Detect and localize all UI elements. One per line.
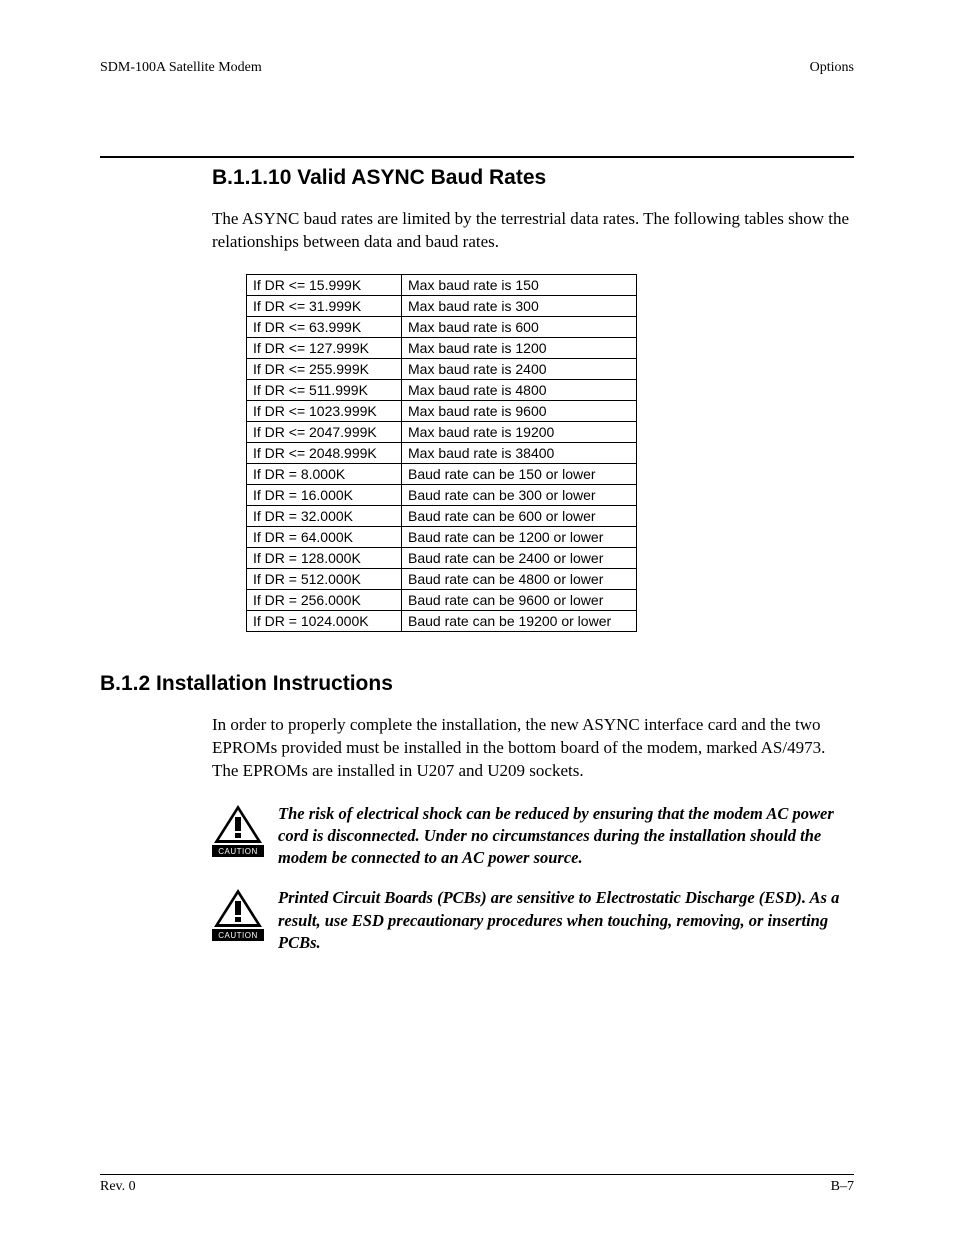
result-cell: Baud rate can be 150 or lower [402, 463, 637, 484]
footer-right: B–7 [831, 1179, 854, 1195]
table-row: If DR <= 255.999KMax baud rate is 2400 [247, 358, 637, 379]
caution-text: Printed Circuit Boards (PCBs) are sensit… [278, 887, 854, 954]
condition-cell: If DR <= 1023.999K [247, 400, 402, 421]
result-cell: Max baud rate is 1200 [402, 337, 637, 358]
condition-cell: If DR <= 31.999K [247, 295, 402, 316]
result-cell: Baud rate can be 2400 or lower [402, 547, 637, 568]
header-right: Options [810, 60, 854, 76]
section2-paragraph: In order to properly complete the instal… [212, 714, 854, 783]
result-cell: Max baud rate is 9600 [402, 400, 637, 421]
table-row: If DR <= 31.999KMax baud rate is 300 [247, 295, 637, 316]
condition-cell: If DR = 1024.000K [247, 610, 402, 631]
table-row: If DR <= 2048.999KMax baud rate is 38400 [247, 442, 637, 463]
table-row: If DR = 32.000KBaud rate can be 600 or l… [247, 505, 637, 526]
section-rule [100, 156, 854, 158]
baud-rate-table: If DR <= 15.999KMax baud rate is 150If D… [246, 274, 637, 632]
result-cell: Max baud rate is 19200 [402, 421, 637, 442]
condition-cell: If DR <= 127.999K [247, 337, 402, 358]
caution-icon: CAUTION [212, 803, 264, 864]
condition-cell: If DR <= 2048.999K [247, 442, 402, 463]
result-cell: Baud rate can be 1200 or lower [402, 526, 637, 547]
table-row: If DR <= 15.999KMax baud rate is 150 [247, 274, 637, 295]
section1-paragraph: The ASYNC baud rates are limited by the … [212, 208, 854, 254]
table-row: If DR <= 127.999KMax baud rate is 1200 [247, 337, 637, 358]
condition-cell: If DR <= 2047.999K [247, 421, 402, 442]
condition-cell: If DR = 16.000K [247, 484, 402, 505]
section-heading-installation: B.1.2 Installation Instructions [100, 672, 854, 696]
table-row: If DR = 1024.000KBaud rate can be 19200 … [247, 610, 637, 631]
table-row: If DR = 64.000KBaud rate can be 1200 or … [247, 526, 637, 547]
result-cell: Baud rate can be 300 or lower [402, 484, 637, 505]
result-cell: Max baud rate is 150 [402, 274, 637, 295]
result-cell: Baud rate can be 19200 or lower [402, 610, 637, 631]
condition-cell: If DR = 8.000K [247, 463, 402, 484]
table-row: If DR <= 511.999KMax baud rate is 4800 [247, 379, 637, 400]
result-cell: Baud rate can be 4800 or lower [402, 568, 637, 589]
result-cell: Max baud rate is 2400 [402, 358, 637, 379]
table-row: If DR = 8.000KBaud rate can be 150 or lo… [247, 463, 637, 484]
result-cell: Max baud rate is 4800 [402, 379, 637, 400]
result-cell: Max baud rate is 38400 [402, 442, 637, 463]
condition-cell: If DR <= 255.999K [247, 358, 402, 379]
section-heading-baud-rates: B.1.1.10 Valid ASYNC Baud Rates [212, 166, 854, 190]
condition-cell: If DR <= 15.999K [247, 274, 402, 295]
caution-text: The risk of electrical shock can be redu… [278, 803, 854, 870]
condition-cell: If DR = 256.000K [247, 589, 402, 610]
condition-cell: If DR <= 511.999K [247, 379, 402, 400]
result-cell: Max baud rate is 600 [402, 316, 637, 337]
table-row: If DR = 512.000KBaud rate can be 4800 or… [247, 568, 637, 589]
condition-cell: If DR = 128.000K [247, 547, 402, 568]
footer-left: Rev. 0 [100, 1179, 136, 1195]
caution-icon: CAUTION [212, 887, 264, 948]
condition-cell: If DR = 32.000K [247, 505, 402, 526]
running-header: SDM-100A Satellite Modem Options [100, 60, 854, 76]
table-row: If DR = 16.000KBaud rate can be 300 or l… [247, 484, 637, 505]
condition-cell: If DR <= 63.999K [247, 316, 402, 337]
table-row: If DR <= 63.999KMax baud rate is 600 [247, 316, 637, 337]
condition-cell: If DR = 512.000K [247, 568, 402, 589]
footer-rule [100, 1174, 854, 1175]
caution-block: CAUTION The risk of electrical shock can … [212, 803, 854, 870]
page: SDM-100A Satellite Modem Options B.1.1.1… [0, 0, 954, 1235]
table-row: If DR = 256.000KBaud rate can be 9600 or… [247, 589, 637, 610]
svg-text:CAUTION: CAUTION [218, 847, 258, 856]
page-footer: Rev. 0 B–7 [100, 1174, 854, 1195]
table-row: If DR <= 2047.999KMax baud rate is 19200 [247, 421, 637, 442]
result-cell: Max baud rate is 300 [402, 295, 637, 316]
table-row: If DR <= 1023.999KMax baud rate is 9600 [247, 400, 637, 421]
condition-cell: If DR = 64.000K [247, 526, 402, 547]
result-cell: Baud rate can be 9600 or lower [402, 589, 637, 610]
header-left: SDM-100A Satellite Modem [100, 60, 262, 76]
table-row: If DR = 128.000KBaud rate can be 2400 or… [247, 547, 637, 568]
result-cell: Baud rate can be 600 or lower [402, 505, 637, 526]
caution-block: CAUTION Printed Circuit Boards (PCBs) are… [212, 887, 854, 954]
svg-text:CAUTION: CAUTION [218, 931, 258, 940]
